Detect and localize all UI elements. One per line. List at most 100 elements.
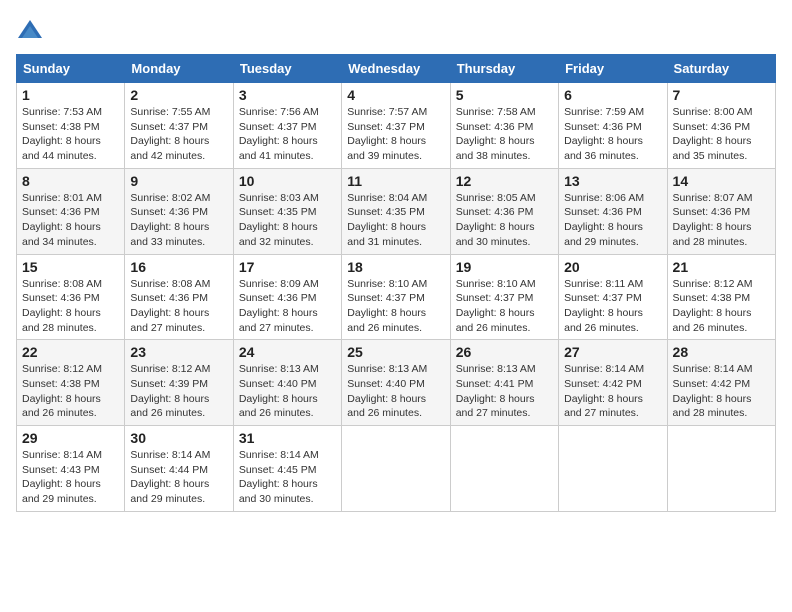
day-number: 19 [456, 259, 553, 275]
day-cell: 4 Sunrise: 7:57 AM Sunset: 4:37 PM Dayli… [342, 83, 450, 169]
day-number: 26 [456, 344, 553, 360]
day-cell: 26 Sunrise: 8:13 AM Sunset: 4:41 PM Dayl… [450, 340, 558, 426]
day-cell [559, 426, 667, 512]
day-cell: 22 Sunrise: 8:12 AM Sunset: 4:38 PM Dayl… [17, 340, 125, 426]
day-number: 27 [564, 344, 661, 360]
day-cell [342, 426, 450, 512]
day-number: 4 [347, 87, 444, 103]
day-cell: 14 Sunrise: 8:07 AM Sunset: 4:36 PM Dayl… [667, 168, 775, 254]
day-info: Sunrise: 8:08 AM Sunset: 4:36 PM Dayligh… [130, 277, 227, 336]
day-number: 14 [673, 173, 770, 189]
day-number: 16 [130, 259, 227, 275]
day-info: Sunrise: 8:08 AM Sunset: 4:36 PM Dayligh… [22, 277, 119, 336]
day-cell: 27 Sunrise: 8:14 AM Sunset: 4:42 PM Dayl… [559, 340, 667, 426]
day-number: 5 [456, 87, 553, 103]
day-number: 20 [564, 259, 661, 275]
page-header [16, 16, 776, 44]
day-cell: 21 Sunrise: 8:12 AM Sunset: 4:38 PM Dayl… [667, 254, 775, 340]
day-number: 25 [347, 344, 444, 360]
day-cell: 23 Sunrise: 8:12 AM Sunset: 4:39 PM Dayl… [125, 340, 233, 426]
day-cell: 28 Sunrise: 8:14 AM Sunset: 4:42 PM Dayl… [667, 340, 775, 426]
day-number: 8 [22, 173, 119, 189]
day-info: Sunrise: 8:06 AM Sunset: 4:36 PM Dayligh… [564, 191, 661, 250]
day-cell: 8 Sunrise: 8:01 AM Sunset: 4:36 PM Dayli… [17, 168, 125, 254]
day-info: Sunrise: 7:58 AM Sunset: 4:36 PM Dayligh… [456, 105, 553, 164]
day-cell: 7 Sunrise: 8:00 AM Sunset: 4:36 PM Dayli… [667, 83, 775, 169]
week-row-1: 1 Sunrise: 7:53 AM Sunset: 4:38 PM Dayli… [17, 83, 776, 169]
day-cell: 9 Sunrise: 8:02 AM Sunset: 4:36 PM Dayli… [125, 168, 233, 254]
day-number: 7 [673, 87, 770, 103]
day-info: Sunrise: 8:01 AM Sunset: 4:36 PM Dayligh… [22, 191, 119, 250]
day-number: 2 [130, 87, 227, 103]
day-info: Sunrise: 7:57 AM Sunset: 4:37 PM Dayligh… [347, 105, 444, 164]
logo-icon [16, 16, 44, 44]
day-number: 31 [239, 430, 336, 446]
day-number: 24 [239, 344, 336, 360]
day-number: 10 [239, 173, 336, 189]
header-saturday: Saturday [667, 55, 775, 83]
day-cell: 12 Sunrise: 8:05 AM Sunset: 4:36 PM Dayl… [450, 168, 558, 254]
day-info: Sunrise: 8:12 AM Sunset: 4:38 PM Dayligh… [673, 277, 770, 336]
day-cell: 17 Sunrise: 8:09 AM Sunset: 4:36 PM Dayl… [233, 254, 341, 340]
day-info: Sunrise: 8:14 AM Sunset: 4:42 PM Dayligh… [673, 362, 770, 421]
day-info: Sunrise: 8:02 AM Sunset: 4:36 PM Dayligh… [130, 191, 227, 250]
day-number: 18 [347, 259, 444, 275]
day-info: Sunrise: 8:14 AM Sunset: 4:44 PM Dayligh… [130, 448, 227, 507]
day-number: 9 [130, 173, 227, 189]
day-number: 1 [22, 87, 119, 103]
header-sunday: Sunday [17, 55, 125, 83]
day-info: Sunrise: 7:56 AM Sunset: 4:37 PM Dayligh… [239, 105, 336, 164]
day-info: Sunrise: 8:11 AM Sunset: 4:37 PM Dayligh… [564, 277, 661, 336]
day-info: Sunrise: 7:53 AM Sunset: 4:38 PM Dayligh… [22, 105, 119, 164]
day-number: 17 [239, 259, 336, 275]
day-info: Sunrise: 8:07 AM Sunset: 4:36 PM Dayligh… [673, 191, 770, 250]
day-number: 13 [564, 173, 661, 189]
day-number: 6 [564, 87, 661, 103]
day-number: 12 [456, 173, 553, 189]
day-number: 30 [130, 430, 227, 446]
day-info: Sunrise: 8:09 AM Sunset: 4:36 PM Dayligh… [239, 277, 336, 336]
day-cell [450, 426, 558, 512]
week-row-4: 22 Sunrise: 8:12 AM Sunset: 4:38 PM Dayl… [17, 340, 776, 426]
header-tuesday: Tuesday [233, 55, 341, 83]
day-number: 21 [673, 259, 770, 275]
day-cell: 16 Sunrise: 8:08 AM Sunset: 4:36 PM Dayl… [125, 254, 233, 340]
day-info: Sunrise: 8:13 AM Sunset: 4:41 PM Dayligh… [456, 362, 553, 421]
day-info: Sunrise: 8:14 AM Sunset: 4:43 PM Dayligh… [22, 448, 119, 507]
header-wednesday: Wednesday [342, 55, 450, 83]
day-info: Sunrise: 8:10 AM Sunset: 4:37 PM Dayligh… [347, 277, 444, 336]
day-info: Sunrise: 8:14 AM Sunset: 4:45 PM Dayligh… [239, 448, 336, 507]
day-cell: 3 Sunrise: 7:56 AM Sunset: 4:37 PM Dayli… [233, 83, 341, 169]
day-number: 11 [347, 173, 444, 189]
day-cell: 5 Sunrise: 7:58 AM Sunset: 4:36 PM Dayli… [450, 83, 558, 169]
day-number: 3 [239, 87, 336, 103]
day-info: Sunrise: 7:59 AM Sunset: 4:36 PM Dayligh… [564, 105, 661, 164]
day-cell: 30 Sunrise: 8:14 AM Sunset: 4:44 PM Dayl… [125, 426, 233, 512]
day-info: Sunrise: 8:12 AM Sunset: 4:38 PM Dayligh… [22, 362, 119, 421]
calendar-table: SundayMondayTuesdayWednesdayThursdayFrid… [16, 54, 776, 512]
week-row-5: 29 Sunrise: 8:14 AM Sunset: 4:43 PM Dayl… [17, 426, 776, 512]
day-info: Sunrise: 8:05 AM Sunset: 4:36 PM Dayligh… [456, 191, 553, 250]
day-cell: 1 Sunrise: 7:53 AM Sunset: 4:38 PM Dayli… [17, 83, 125, 169]
day-info: Sunrise: 8:10 AM Sunset: 4:37 PM Dayligh… [456, 277, 553, 336]
day-cell: 20 Sunrise: 8:11 AM Sunset: 4:37 PM Dayl… [559, 254, 667, 340]
day-info: Sunrise: 8:14 AM Sunset: 4:42 PM Dayligh… [564, 362, 661, 421]
header-friday: Friday [559, 55, 667, 83]
day-cell: 19 Sunrise: 8:10 AM Sunset: 4:37 PM Dayl… [450, 254, 558, 340]
day-cell: 24 Sunrise: 8:13 AM Sunset: 4:40 PM Dayl… [233, 340, 341, 426]
logo [16, 16, 46, 44]
day-info: Sunrise: 8:13 AM Sunset: 4:40 PM Dayligh… [347, 362, 444, 421]
day-cell [667, 426, 775, 512]
day-cell: 10 Sunrise: 8:03 AM Sunset: 4:35 PM Dayl… [233, 168, 341, 254]
day-info: Sunrise: 8:04 AM Sunset: 4:35 PM Dayligh… [347, 191, 444, 250]
day-cell: 31 Sunrise: 8:14 AM Sunset: 4:45 PM Dayl… [233, 426, 341, 512]
day-cell: 15 Sunrise: 8:08 AM Sunset: 4:36 PM Dayl… [17, 254, 125, 340]
day-number: 23 [130, 344, 227, 360]
day-cell: 25 Sunrise: 8:13 AM Sunset: 4:40 PM Dayl… [342, 340, 450, 426]
day-cell: 2 Sunrise: 7:55 AM Sunset: 4:37 PM Dayli… [125, 83, 233, 169]
week-row-2: 8 Sunrise: 8:01 AM Sunset: 4:36 PM Dayli… [17, 168, 776, 254]
day-cell: 6 Sunrise: 7:59 AM Sunset: 4:36 PM Dayli… [559, 83, 667, 169]
header-monday: Monday [125, 55, 233, 83]
day-info: Sunrise: 8:12 AM Sunset: 4:39 PM Dayligh… [130, 362, 227, 421]
day-cell: 11 Sunrise: 8:04 AM Sunset: 4:35 PM Dayl… [342, 168, 450, 254]
